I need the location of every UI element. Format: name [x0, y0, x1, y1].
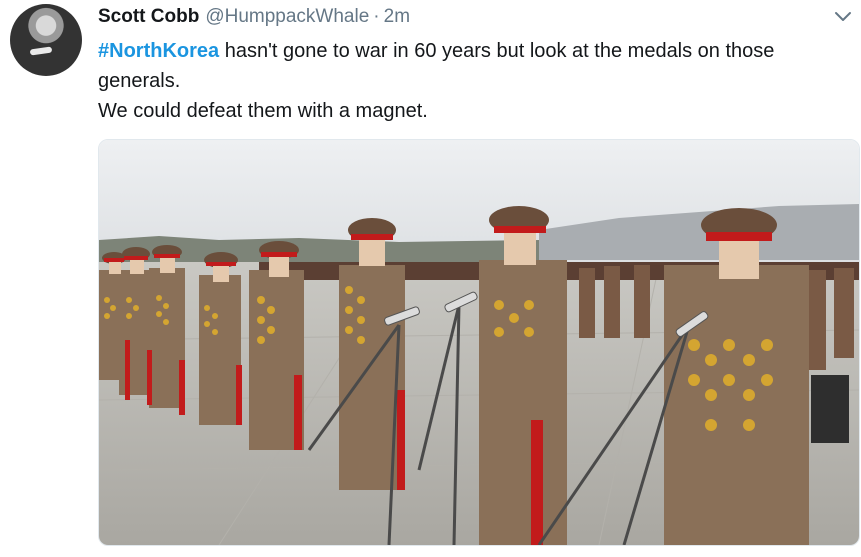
- author-handle[interactable]: @HumppackWhale: [205, 6, 369, 28]
- chevron-down-icon[interactable]: [833, 10, 853, 24]
- tweet-header: Scott Cobb @HumppackWhale · 2m: [98, 6, 410, 32]
- photo-military-generals: [99, 140, 859, 545]
- tweet-text: #NorthKorea hasn't gone to war in 60 yea…: [98, 36, 838, 126]
- hashtag-link[interactable]: #NorthKorea: [98, 40, 219, 62]
- avatar[interactable]: [10, 4, 82, 76]
- tweet-text-line-1: #NorthKorea hasn't gone to war in 60 yea…: [98, 36, 838, 66]
- tweet-text-line-3: We could defeat them with a magnet.: [98, 100, 428, 122]
- tweet-text-line-2: generals.: [98, 70, 181, 92]
- separator-dot: ·: [373, 6, 380, 27]
- tweet-timestamp[interactable]: 2m: [384, 6, 410, 28]
- avatar-highlight: [29, 46, 53, 56]
- author-name[interactable]: Scott Cobb: [98, 6, 199, 28]
- tweet-photo[interactable]: [98, 139, 860, 546]
- tweet-text-line-1-rest: hasn't gone to war in 60 years but look …: [219, 40, 775, 62]
